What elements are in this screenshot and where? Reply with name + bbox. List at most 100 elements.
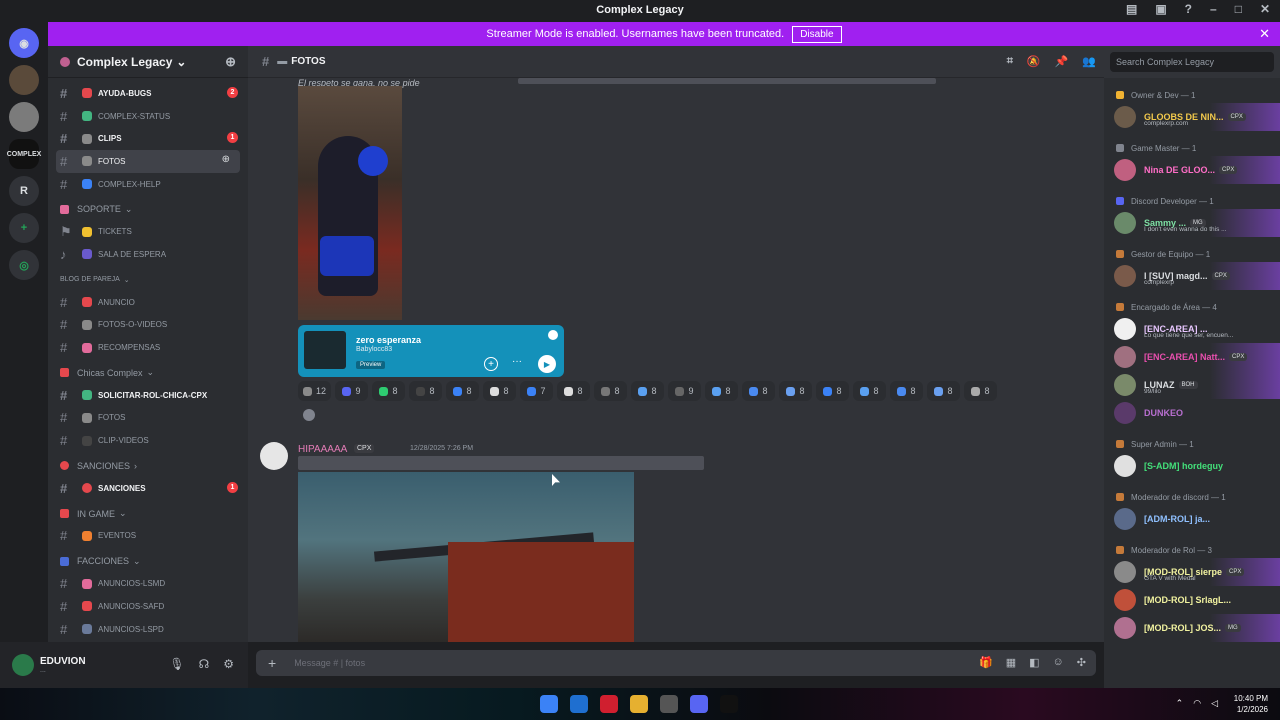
reaction-chip[interactable]: 12	[298, 381, 331, 401]
guild-header[interactable]: Complex Legacy ⌄ ⊕	[48, 46, 248, 78]
complex-server-icon[interactable]: COMPLEX	[7, 139, 41, 169]
tiktok-icon[interactable]	[720, 695, 738, 713]
monitor-icon[interactable]: ▣	[1155, 2, 1166, 16]
reaction-chip[interactable]: 8	[964, 381, 997, 401]
channel-ayuda-bugs[interactable]: # AYUDA-BUGS 2	[48, 82, 248, 105]
channel-anuncios-lspd[interactable]: # ANUNCIOS-LSPD	[48, 618, 248, 641]
author-name[interactable]: HIPAAAAA	[298, 444, 347, 455]
reaction-chip[interactable]: 8	[409, 381, 442, 401]
member-item[interactable]: GLOOBS DE NIN... CPX complexrp.com	[1104, 103, 1280, 131]
microphone-icon[interactable]: 🎙	[169, 657, 184, 671]
attached-photo[interactable]	[298, 86, 402, 320]
channel-sala-de-espera[interactable]: ♪ SALA DE ESPERA	[48, 243, 248, 266]
upload-plus-icon[interactable]: +	[268, 655, 276, 671]
disable-button[interactable]: Disable	[792, 25, 842, 43]
emoji-icon[interactable]: ☺	[1053, 656, 1064, 669]
file-explorer-icon[interactable]	[630, 695, 648, 713]
avatar[interactable]	[12, 654, 34, 676]
channel-fotos-o-videos[interactable]: # FOTOS-O-VIDEOS	[48, 314, 248, 337]
reaction-chip[interactable]: 9	[668, 381, 701, 401]
reaction-chip[interactable]: 8	[705, 381, 738, 401]
member-item[interactable]: [MOD-ROL] SrlagL...	[1104, 586, 1280, 614]
more-options-icon[interactable]: ···	[512, 356, 522, 367]
reaction-chip[interactable]: 8	[594, 381, 627, 401]
member-item[interactable]: [ENC-AREA] Natt... CPX	[1104, 343, 1280, 371]
category-sanciones[interactable]: SANCIONES ›	[48, 455, 248, 477]
reaction-chip[interactable]: 8	[483, 381, 516, 401]
server-icon[interactable]	[9, 65, 39, 95]
reaction-chip[interactable]: 9	[335, 381, 368, 401]
channel-complex-help[interactable]: # COMPLEX-HELP	[48, 173, 248, 196]
windows-start-icon[interactable]	[540, 695, 558, 713]
category-chicas[interactable]: Chicas Complex ⌄	[48, 362, 248, 384]
banner-close-icon[interactable]: ✕	[1259, 26, 1270, 42]
search-input[interactable]: Search Complex Legacy	[1110, 52, 1274, 72]
reaction-chip[interactable]: 8	[372, 381, 405, 401]
member-item[interactable]: l [SUV] magd... CPX complexrp	[1104, 262, 1280, 290]
member-item[interactable]: Sammy ... MG I don't even wanna do this ..…	[1104, 209, 1280, 237]
threads-icon[interactable]: ⌗	[1007, 55, 1013, 68]
discord-home-icon[interactable]: ◉	[9, 28, 39, 58]
reaction-chip[interactable]: 8	[742, 381, 775, 401]
reaction-chip[interactable]: 8	[853, 381, 886, 401]
reaction-chip[interactable]: 8	[779, 381, 812, 401]
reaction-chip[interactable]: 8	[446, 381, 479, 401]
mail-icon[interactable]	[570, 695, 588, 713]
reaction-chip[interactable]: 8	[631, 381, 664, 401]
discover-icon[interactable]: ◎	[9, 250, 39, 280]
reaction-chip[interactable]: 8	[927, 381, 960, 401]
reaction-chip[interactable]: 8	[557, 381, 590, 401]
maximize-button[interactable]: □	[1235, 2, 1242, 16]
member-item[interactable]: Nina DE GLOO... CPX	[1104, 156, 1280, 184]
category-facciones[interactable]: FACCIONES ⌄	[48, 550, 248, 572]
headphones-icon[interactable]: ☊	[199, 657, 210, 671]
gift-icon[interactable]: 🎁	[979, 656, 993, 669]
category-soporte[interactable]: SOPORTE ⌄	[48, 198, 248, 220]
add-to-library-icon[interactable]: +	[484, 357, 498, 371]
close-window-button[interactable]: ✕	[1260, 2, 1270, 16]
attached-photo[interactable]	[298, 472, 634, 642]
play-button[interactable]: ▶	[538, 355, 556, 373]
volume-icon[interactable]: ◁	[1211, 698, 1218, 709]
channel-complex-status[interactable]: # COMPLEX-STATUS	[48, 105, 248, 128]
reaction-chip[interactable]: 8	[816, 381, 849, 401]
member-item[interactable]: [ADM-ROL] ja...	[1104, 505, 1280, 533]
channel-recompensas[interactable]: # RECOMPENSAS	[48, 336, 248, 359]
server-icon[interactable]	[9, 102, 39, 132]
tray-chevron-icon[interactable]: ⌃	[1176, 698, 1184, 709]
gif-icon[interactable]: ▦	[1006, 656, 1016, 669]
member-list-icon[interactable]: 👥	[1082, 55, 1096, 68]
member-item[interactable]: [MOD-ROL] JOS... MG	[1104, 614, 1280, 642]
pin-icon[interactable]: 📌	[1055, 55, 1069, 68]
add-member-icon[interactable]: ⊕	[222, 154, 230, 165]
help-icon[interactable]: ?	[1185, 2, 1192, 16]
notification-bell-icon[interactable]: 🔕	[1027, 55, 1041, 68]
sticker-icon[interactable]: ◧	[1029, 656, 1039, 669]
apps-icon[interactable]: ✣	[1077, 656, 1086, 669]
reaction-chip[interactable]: 8	[890, 381, 923, 401]
spotify-embed[interactable]: zero esperanza Babylocc83 Preview + ··· …	[298, 325, 564, 377]
inbox-icon[interactable]: ▤	[1126, 2, 1137, 16]
opera-icon[interactable]	[600, 695, 618, 713]
member-item[interactable]: LUNAZ BOH 99/lilo	[1104, 371, 1280, 399]
avatar[interactable]	[260, 442, 288, 470]
member-item[interactable]: [S-ADM] hordeguy	[1104, 452, 1280, 480]
channel-clip-videos[interactable]: # CLIP-VIDEOS	[48, 429, 248, 452]
channel-tickets[interactable]: ⚑ TICKETS	[48, 220, 248, 243]
clock[interactable]: 10:40 PM 1/2/2026	[1234, 693, 1268, 715]
member-item[interactable]: DUNKEO	[1104, 399, 1280, 427]
add-server-icon[interactable]: +	[9, 213, 39, 243]
steam-icon[interactable]	[660, 695, 678, 713]
channel-solicitar-rol[interactable]: # SOLICITAR-ROL-CHICA-CPX	[48, 384, 248, 407]
wifi-icon[interactable]: ◠	[1193, 698, 1201, 709]
channel-clips[interactable]: # CLIPS 1	[48, 127, 248, 150]
message-input[interactable]: Message # | fotos	[294, 658, 365, 668]
message-composer[interactable]: + Message # | fotos 🎁 ▦ ◧ ☺ ✣	[256, 650, 1096, 676]
member-item[interactable]: [ENC-AREA] ... Lo que tiene que ser, encu…	[1104, 315, 1280, 343]
add-reaction-icon[interactable]	[303, 409, 315, 421]
channel-fotos[interactable]: # FOTOS ⊕	[56, 150, 240, 173]
channel-anuncios-lsmd[interactable]: # ANUNCIOS-LSMD	[48, 572, 248, 595]
minimize-button[interactable]: –	[1210, 2, 1217, 16]
category-blog[interactable]: BLOG DE PAREJA ⌄	[48, 269, 248, 291]
gear-icon[interactable]: ⚙	[223, 657, 234, 671]
